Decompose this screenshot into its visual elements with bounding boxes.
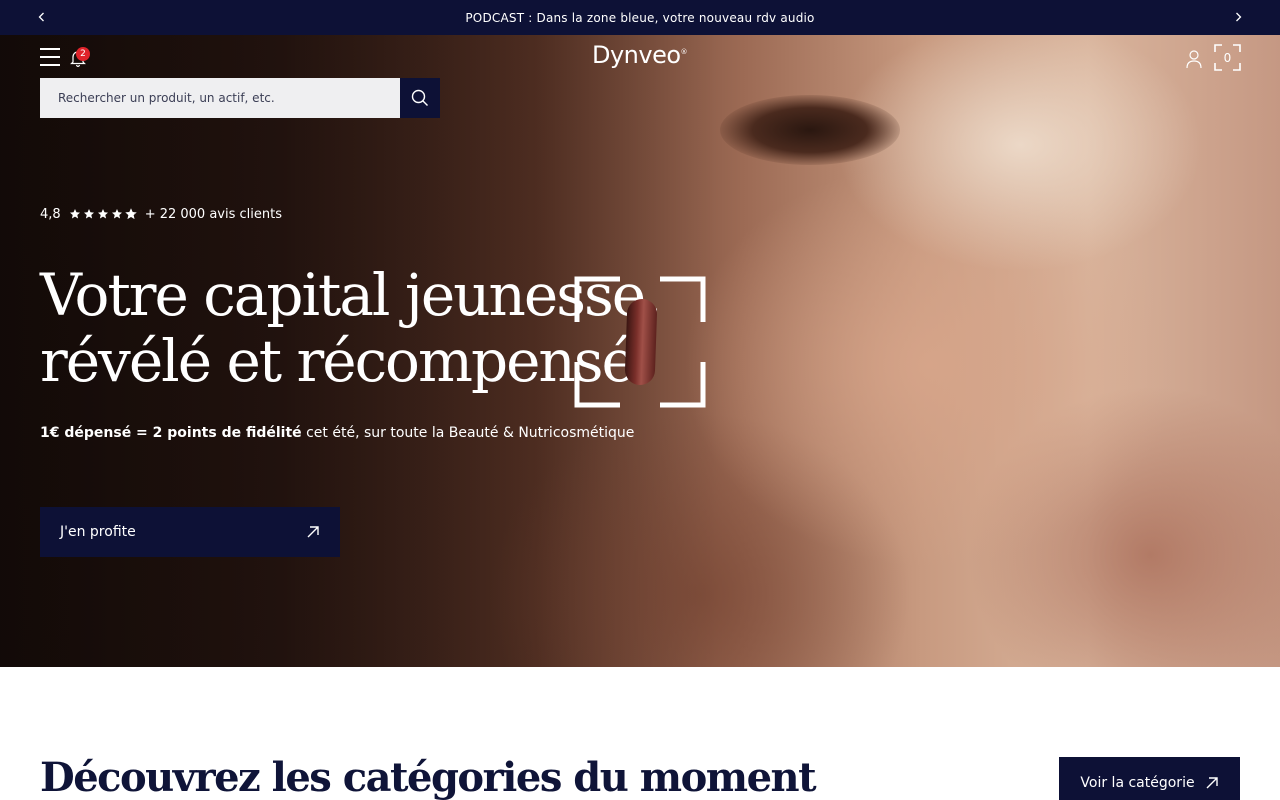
hero-subtitle-highlight: 1€ dépensé = 2 points de fidélité <box>40 425 302 441</box>
announcement-text[interactable]: PODCAST : Dans la zone bleue, votre nouv… <box>465 11 814 25</box>
menu-icon-line <box>40 64 60 66</box>
hero-cta-button[interactable]: J'en profite <box>40 507 340 557</box>
view-category-label: Voir la catégorie <box>1080 775 1195 791</box>
announcement-next-button[interactable] <box>1230 9 1246 25</box>
announcement-bar: PODCAST : Dans la zone bleue, votre nouv… <box>0 0 1280 35</box>
notification-badge: 2 <box>76 47 90 61</box>
categories-title: Découvrez les catégories du moment <box>40 754 817 800</box>
rating-stars <box>69 208 137 220</box>
search-input[interactable] <box>40 78 400 118</box>
search-button[interactable] <box>400 78 440 118</box>
hero-subtitle: 1€ dépensé = 2 points de fidélité cet ét… <box>40 425 634 441</box>
star-icon <box>83 209 94 219</box>
menu-button[interactable] <box>40 48 60 66</box>
rating-value: 4,8 <box>40 206 61 222</box>
brand-logo-mark: ® <box>680 48 688 56</box>
account-icon[interactable] <box>1185 49 1203 69</box>
star-half-icon <box>124 208 137 220</box>
brand-logo[interactable]: Dynveo® <box>592 41 692 73</box>
star-icon <box>97 209 108 219</box>
rating-count: + 22 000 avis clients <box>144 206 282 222</box>
search-icon <box>411 89 428 106</box>
menu-icon-line <box>40 56 60 58</box>
chevron-left-icon <box>38 12 44 22</box>
menu-icon-line <box>40 48 60 50</box>
hero-subtitle-text: cet été, sur toute la Beauté & Nutricosm… <box>301 425 635 441</box>
cart-count: 0 <box>1223 50 1232 65</box>
hero-cta-label: J'en profite <box>60 524 136 540</box>
star-icon <box>69 209 80 219</box>
brand-logo-text: Dynveo <box>592 41 681 69</box>
customer-rating[interactable]: 4,8 + 22 000 avis clients <box>40 205 282 223</box>
view-category-button[interactable]: Voir la catégorie <box>1059 757 1240 800</box>
search-bar <box>40 78 440 118</box>
announcement-prev-button[interactable] <box>34 9 50 25</box>
chevron-right-icon <box>1236 12 1242 22</box>
scan-frame-graphic <box>574 276 706 408</box>
arrow-up-right-icon <box>307 526 319 538</box>
arrow-up-right-icon <box>1206 777 1218 789</box>
star-icon <box>111 209 122 219</box>
hero-image-eye <box>720 95 900 165</box>
